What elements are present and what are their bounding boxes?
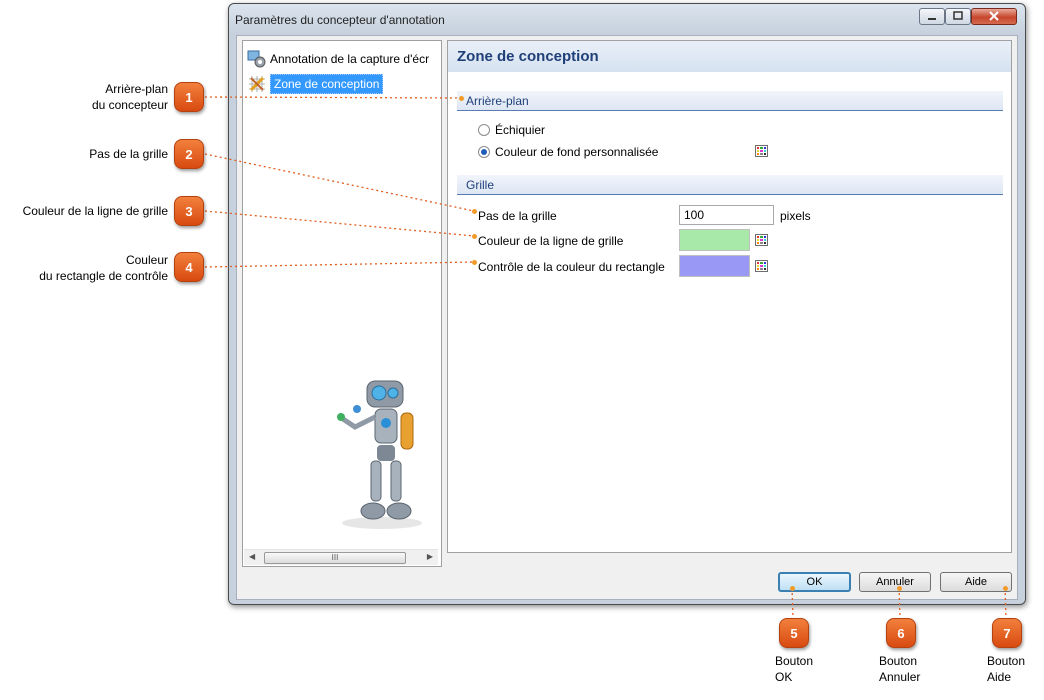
callout-label-7: Bouton Aide <box>987 653 1025 685</box>
callout-label-6: Bouton Annuler <box>879 653 920 685</box>
callout-badge-5: 5 <box>779 618 809 648</box>
callout-badge-7: 7 <box>992 618 1022 648</box>
callout-anchor-dot <box>459 96 464 101</box>
callout-label-line: Aide <box>987 670 1012 684</box>
callout-label-3: Couleur de la ligne de grille <box>23 203 168 219</box>
callout-label-1: Arrière-plan du concepteur <box>92 81 168 113</box>
callout-label-line: Pas de la grille <box>89 147 168 161</box>
callout-label-line: Bouton <box>987 654 1026 668</box>
callout-badge-3: 3 <box>174 196 204 226</box>
callout-label-2: Pas de la grille <box>89 146 168 162</box>
callout-anchor-dot <box>1003 586 1008 591</box>
callout-badge-4: 4 <box>174 252 204 282</box>
callout-label-line: OK <box>775 670 793 684</box>
callout-badge-6: 6 <box>886 618 916 648</box>
callout-label-line: Bouton <box>775 654 814 668</box>
callout-anchor-dot <box>897 586 902 591</box>
callout-anchor-dot <box>472 260 477 265</box>
callout-label-line: Couleur <box>125 253 168 267</box>
callout-label-line: Couleur de la ligne de grille <box>22 204 168 218</box>
callout-label-line: du concepteur <box>91 98 168 112</box>
callout-label-line: Annuler <box>879 670 921 684</box>
callout-label-4: Couleur du rectangle de contrôle <box>39 252 168 284</box>
callout-label-line: Arrière-plan <box>105 82 168 96</box>
callout-label-line: Bouton <box>879 654 918 668</box>
callout-badge-1: 1 <box>174 82 204 112</box>
callout-label-line: du rectangle de contrôle <box>39 269 168 283</box>
callout-anchor-dot <box>790 586 795 591</box>
callout-anchor-dot <box>472 234 477 239</box>
callout-anchor-dot <box>472 209 477 214</box>
callout-label-5: Bouton OK <box>775 653 813 685</box>
callout-badge-2: 2 <box>174 139 204 169</box>
